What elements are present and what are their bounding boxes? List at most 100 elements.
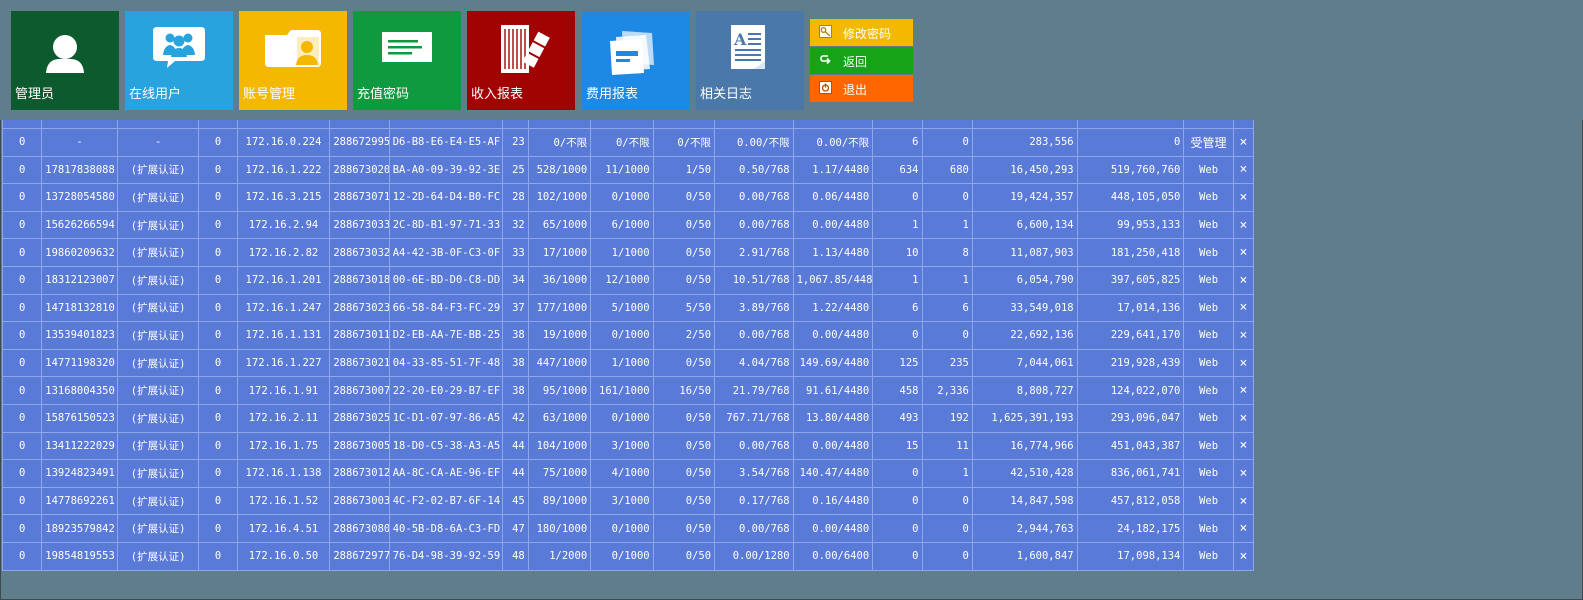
tile-account-management[interactable]: 账号管理 [239,11,347,110]
table-cell: 519,760,760 [1076,155,1185,185]
table-cell: (扩展认证) [116,431,200,461]
table-cell: 1 [921,210,973,240]
table-cell: 0 [1,459,43,488]
table-cell: 283,556 [971,128,1078,157]
table-cell: 0 [1,238,43,267]
table-row[interactable]: 015876150523(扩展认证)0172.16.2.112886730251… [1,403,1255,433]
table-cell: 140.47/4480 [792,459,874,488]
table-cell: A4-42-3B-0F-C3-0F [388,238,503,267]
table-cell: 2886730711 [329,183,390,212]
table-row[interactable]: 013411222029(扩展认证)0172.16.1.752886730059… [1,431,1255,461]
kick-user-close-icon[interactable]: × [1232,486,1255,516]
kick-user-close-icon[interactable]: × [1232,183,1255,212]
tile-admin[interactable]: 管理员 [11,11,119,110]
table-cell: 0.06/4480 [792,183,874,212]
tile-online-users[interactable]: 在线用户 [125,11,233,110]
table-cell: 1C-D1-07-97-86-A5 [388,403,503,433]
table-row[interactable]: 014718132810(扩展认证)0172.16.1.247288673023… [1,293,1255,323]
kick-user-close-icon[interactable]: × [1232,238,1255,267]
table-cell: 66-58-84-F3-FC-29 [388,293,503,323]
table-cell: 28 [501,183,529,212]
table-cell: 0 [198,486,238,516]
kick-user-close-icon[interactable]: × [1232,128,1255,157]
kick-user-close-icon[interactable]: × [1232,403,1255,433]
table-cell: 0 [198,265,238,295]
tile-income-report[interactable]: 收入报表 [467,11,575,110]
table-row[interactable]: 014771198320(扩展认证)0172.16.1.227288673021… [1,348,1255,378]
table-cell: (扩展认证) [116,514,200,543]
table-cell: Web [1183,183,1234,212]
return-button[interactable]: 返回 [810,47,913,74]
kick-user-close-icon[interactable]: × [1232,459,1255,488]
table-row[interactable]: 018923579842(扩展认证)0172.16.4.512886730803… [1,514,1255,543]
table-row[interactable]: 013924823491(扩展认证)0172.16.1.138288673012… [1,459,1255,488]
table-row[interactable]: 0--0172.16.0.2242886729952D6-B8-E6-E4-E5… [1,128,1255,157]
exit-button[interactable]: 退出 [810,75,913,102]
table-cell: 2886730334 [329,210,390,240]
kick-user-close-icon[interactable]: × [1232,376,1255,405]
table-cell: 17817838088 [41,155,118,185]
tile-related-logs[interactable]: A 相关日志 [696,11,804,110]
table-row[interactable]: 019860209632(扩展认证)0172.16.2.822886730322… [1,238,1255,267]
table-row[interactable]: 018312123007(扩展认证)0172.16.1.201288673018… [1,265,1255,295]
return-label: 返回 [843,55,868,69]
table-cell: 0 [198,238,238,267]
table-cell: 0.16/4480 [792,486,874,516]
table-cell: 45 [501,486,529,516]
table-cell: 172.16.1.222 [236,155,331,185]
table-row[interactable]: 0 13728054580 (扩展认证) 0 172.16.3.215 28867307 1… [1,183,1255,212]
table-cell: 0 [198,293,238,323]
table-cell: 0 [198,183,238,212]
table-cell: 2886730231 [329,293,390,323]
table-cell: 17,014,136 [1076,293,1185,323]
table-cell: 180/1000 [527,514,592,543]
kick-user-close-icon[interactable]: × [1232,265,1255,295]
table-row[interactable]: 015626266594(扩展认证)0172.16.2.942886730334… [1,210,1255,240]
table-cell: 2/50 [652,321,716,350]
table-cell: Web [1183,210,1234,240]
table-cell: 1 [872,265,923,295]
table-cell: 76-D4-98-39-92-59 [388,541,503,571]
table-cell: 0/50 [652,238,716,267]
table-cell: 14771198320 [41,348,118,378]
table-row[interactable]: 013539401823(扩展认证)0172.16.1.131288673011… [1,321,1255,350]
kick-user-close-icon[interactable]: × [1232,431,1255,461]
table-cell: 125 [872,348,923,378]
table-cell: 15 [872,431,923,461]
kick-user-close-icon[interactable]: × [1232,514,1255,543]
table-cell: 21.79/768 [714,376,794,405]
table-cell: Web [1183,459,1234,488]
kick-user-close-icon[interactable]: × [1232,541,1255,571]
table-row[interactable]: 014778692261(扩展认证)0172.16.1.522886730036… [1,486,1255,516]
table-cell: 42 [501,403,529,433]
table-cell: 0/50 [652,459,716,488]
table-cell: 2,336 [921,376,973,405]
kick-user-close-icon[interactable]: × [1232,155,1255,185]
kick-user-close-icon[interactable]: × [1232,210,1255,240]
change-password-button[interactable]: 修改密码 [810,19,913,46]
table-cell: 0.00/768 [714,431,794,461]
table-cell: 6,600,134 [971,210,1078,240]
table-cell: (扩展认证) [116,155,200,185]
table-cell: 22,692,136 [971,321,1078,350]
table-cell: 0/50 [652,431,716,461]
tile-expense-report[interactable]: 费用报表 [582,11,690,110]
table-cell: 1/2000 [527,541,592,571]
kick-user-close-icon[interactable]: × [1232,293,1255,323]
exit-label: 退出 [843,83,868,97]
table-row[interactable]: 017817838088(扩展认证)0172.16.1.222288673020… [1,155,1255,185]
table-cell: 104/1000 [527,431,592,461]
table-row[interactable]: 013168004350(扩展认证)0172.16.1.912886730075… [1,376,1255,405]
table-cell: 235 [921,348,973,378]
table-row[interactable]: 019854819553(扩展认证)0172.16.0.502886729778… [1,541,1255,571]
kick-user-close-icon[interactable]: × [1232,321,1255,350]
table-cell: 0 [1,155,43,185]
table-cell: 0/1000 [590,541,654,571]
kick-user-close-icon[interactable]: × [1232,348,1255,378]
table-cell: 0/50 [652,486,716,516]
table-cell: 12-2D-64-D4-B0-FC [388,183,503,212]
tile-recharge-password[interactable]: 充值密码 [353,11,461,110]
table-cell: 0.00/4480 [792,210,874,240]
table-cell: 18-D0-C5-38-A3-A5 [388,431,503,461]
table-cell: 47 [501,514,529,543]
